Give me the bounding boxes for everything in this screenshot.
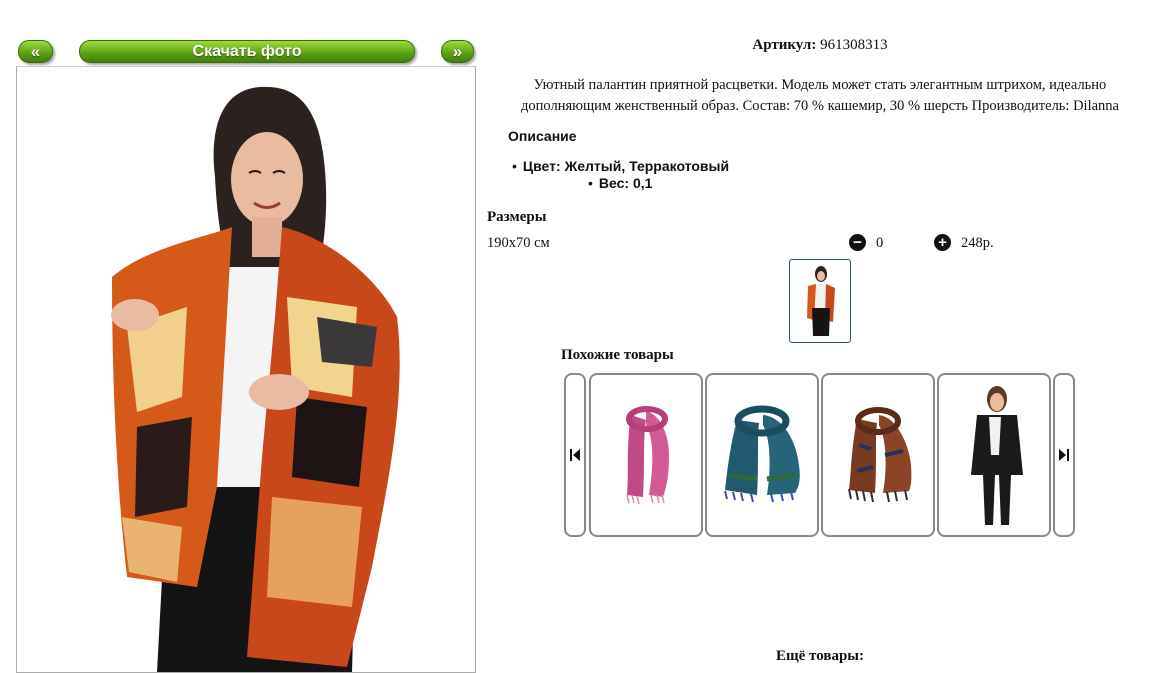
thumbnail-image: [807, 266, 835, 336]
previous-photo-button[interactable]: «: [18, 40, 53, 63]
size-label: 190х70 см: [487, 235, 550, 251]
weight-detail-text: Вес: 0,1: [598, 175, 653, 191]
similar-item-brown-scarf[interactable]: [821, 373, 935, 537]
model-with-scarf-image: [111, 86, 400, 672]
article-number: Артикул: 961308313: [650, 37, 990, 54]
similar-item-pink-scarf[interactable]: [589, 373, 703, 537]
price-value: 248р.: [961, 235, 994, 251]
details-heading: Описание: [508, 128, 577, 144]
main-product-photo: [16, 66, 476, 673]
bullet-icon: •: [512, 158, 517, 174]
similar-products-heading: Похожие товары: [561, 347, 674, 363]
brown-scarf-image: [848, 407, 912, 503]
sizes-heading: Размеры: [487, 209, 547, 225]
weight-detail: • Вес: 0,1: [588, 175, 652, 191]
carousel-prev-button[interactable]: [564, 373, 586, 537]
black-poncho-image: [971, 386, 1023, 525]
color-detail: • Цвет: Желтый, Терракотовый: [512, 158, 729, 174]
carousel-next-button[interactable]: [1053, 373, 1075, 537]
description-line-2: дополняющим женственный образ. Состав: 7…: [521, 98, 1119, 114]
skip-back-icon: [570, 449, 580, 461]
article-label: Артикул:: [752, 37, 817, 53]
similar-item-teal-scarf[interactable]: [705, 373, 819, 537]
description-line-1: Уютный палантин приятной расцветки. Моде…: [533, 77, 1107, 93]
photo-thumbnail[interactable]: [789, 259, 851, 343]
quantity-value: 0: [876, 235, 884, 251]
product-description: Уютный палантин приятной расцветки. Моде…: [490, 75, 1150, 117]
next-photo-button[interactable]: »: [441, 40, 474, 63]
bullet-icon: •: [588, 175, 593, 191]
article-value: 961308313: [820, 37, 888, 53]
pink-scarf-image: [626, 406, 669, 505]
download-photo-button[interactable]: Скачать фото: [79, 40, 415, 63]
plus-circle-icon[interactable]: +: [934, 234, 951, 251]
similar-item-black-poncho[interactable]: [937, 373, 1051, 537]
skip-forward-icon: [1059, 449, 1069, 461]
minus-circle-icon[interactable]: −: [849, 234, 866, 251]
teal-scarf-image: [724, 405, 800, 503]
color-detail-text: Цвет: Желтый, Терракотовый: [522, 158, 730, 174]
more-products-heading: Ещё товары:: [775, 648, 865, 664]
